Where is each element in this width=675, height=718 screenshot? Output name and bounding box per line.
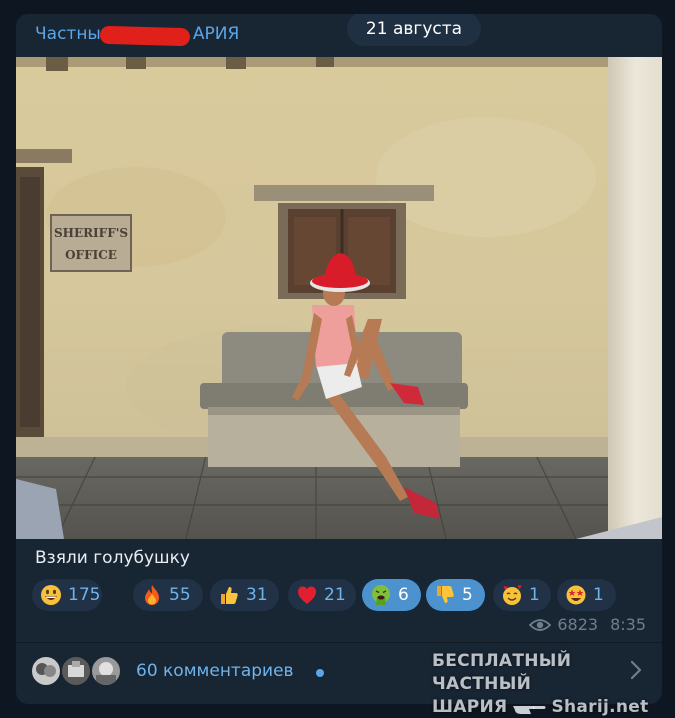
post-photo[interactable]: SHERIFF'S OFFICE <box>16 57 662 539</box>
avatar <box>60 655 92 687</box>
reaction-count: 1 <box>593 585 604 605</box>
channel-name-start[interactable]: Частны <box>35 24 101 44</box>
vomiting-face-icon <box>372 585 390 605</box>
divider <box>16 642 662 643</box>
reaction-star-struck[interactable]: 1 <box>557 579 616 611</box>
post-meta: 6823 8:35 <box>529 615 646 634</box>
eye-icon <box>529 618 552 631</box>
reaction-count: 55 <box>169 585 191 605</box>
reaction-count: 5 <box>462 585 473 605</box>
reaction-thumbs-down[interactable]: 5 <box>426 579 485 611</box>
comments-count-label[interactable]: 60 комментариев <box>136 661 294 681</box>
avatar <box>90 655 122 687</box>
watermark: БЕСПЛАТНЫЙ ЧАСТНЫЙ ШАРИЯ Sharij.net <box>432 650 662 718</box>
reaction-smiling-hearts[interactable]: 1 <box>493 579 551 611</box>
photo-scene: SHERIFF'S OFFICE <box>16 57 662 539</box>
thumbs-up-icon <box>221 587 238 604</box>
post-caption: Взяли голубушку <box>35 548 190 568</box>
fire-icon <box>145 585 159 605</box>
reaction-vomiting[interactable]: 6 <box>362 579 421 611</box>
watermark-name: ШАРИЯ <box>432 697 508 717</box>
reaction-count: 175 <box>68 585 101 605</box>
reaction-count: 6 <box>398 585 409 605</box>
reaction-count: 21 <box>324 585 346 605</box>
avatar <box>30 655 62 687</box>
grinning-face-icon <box>41 585 61 605</box>
star-struck-icon <box>566 585 586 605</box>
watermark-site: Sharij.net <box>551 697 649 717</box>
sign-line-2: OFFICE <box>65 248 117 262</box>
reaction-fire[interactable]: 55 <box>133 579 203 611</box>
pointing-hand-icon <box>513 705 546 714</box>
views-count: 6823 <box>557 615 599 634</box>
red-heart-icon <box>298 586 316 604</box>
watermark-line-1: БЕСПЛАТНЫЙ ЧАСТНЫЙ <box>432 651 572 694</box>
reaction-heart[interactable]: 21 <box>288 579 356 611</box>
post-time: 8:35 <box>610 615 646 634</box>
sign-line-1: SHERIFF'S <box>54 226 128 240</box>
reaction-grinning[interactable]: 175 <box>32 579 102 611</box>
reaction-count: 1 <box>529 585 540 605</box>
reaction-count: 31 <box>246 585 268 605</box>
reaction-thumbs-up[interactable]: 31 <box>210 579 279 611</box>
smiling-face-with-hearts-icon <box>503 585 522 605</box>
channel-name-end[interactable]: АРИЯ <box>193 24 239 44</box>
thumbs-down-icon <box>437 586 454 603</box>
watermark-line-2: ШАРИЯ Sharij.net <box>432 696 662 718</box>
channel-post: Частны АРИЯ SHERIFF'S OFFICE 21 августа … <box>16 14 662 704</box>
redaction-mark <box>99 25 191 47</box>
date-badge: 21 августа <box>347 14 481 46</box>
unread-dot <box>316 669 324 677</box>
